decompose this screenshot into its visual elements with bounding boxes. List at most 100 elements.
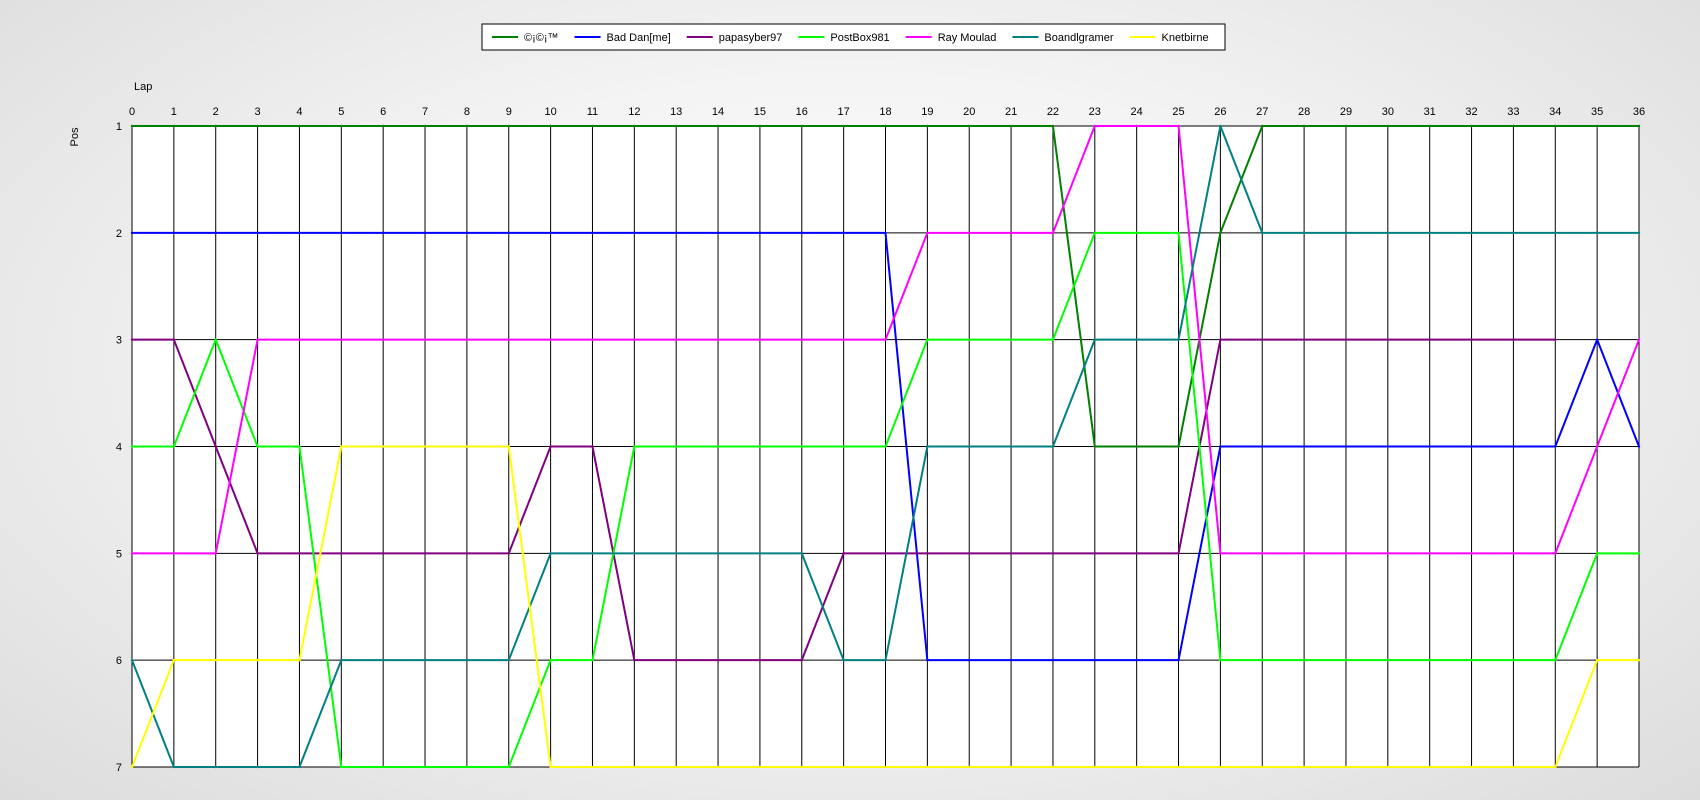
data-point (1344, 765, 1348, 769)
data-point (507, 338, 510, 341)
data-point (423, 338, 427, 341)
data-point (1637, 338, 1641, 341)
x-tick-label: 14 (712, 106, 724, 118)
data-point (1009, 338, 1013, 341)
data-point (1302, 552, 1306, 555)
data-point (1261, 338, 1264, 341)
data-point (465, 658, 469, 662)
data-point (465, 765, 469, 769)
x-tick-label: 15 (754, 106, 766, 118)
data-point (1470, 231, 1473, 235)
x-tick-label: 10 (544, 106, 556, 118)
data-point (633, 124, 636, 128)
data-point (130, 765, 134, 769)
legend-label: Boandlgramer (1044, 32, 1113, 44)
data-point (1051, 552, 1055, 555)
x-tick-label: 35 (1591, 106, 1603, 118)
data-point (591, 445, 594, 448)
data-point (1261, 124, 1264, 128)
data-point (1051, 445, 1055, 448)
x-tick-label: 17 (838, 106, 850, 118)
legend-label: Bad Dan[me] (607, 32, 671, 44)
data-point (1219, 231, 1222, 235)
data-point (340, 765, 343, 769)
data-point (1009, 552, 1013, 555)
data-point (800, 765, 803, 769)
legend-label: PostBox981 (830, 32, 889, 44)
x-axis-title: Lap (134, 81, 152, 93)
data-point (1219, 338, 1222, 341)
data-point (926, 765, 929, 769)
data-point (800, 658, 803, 662)
data-point (507, 445, 510, 448)
data-point (884, 231, 887, 235)
x-tick-label: 26 (1214, 106, 1226, 118)
data-point (214, 658, 217, 662)
data-point (172, 124, 176, 128)
data-point (1595, 124, 1599, 128)
data-point (1554, 231, 1557, 235)
data-point (1302, 445, 1306, 448)
data-point (298, 445, 301, 448)
data-point (1637, 552, 1641, 555)
y-tick-label: 4 (116, 442, 122, 454)
data-point (758, 445, 762, 448)
x-tick-label: 12 (628, 106, 640, 118)
data-point (1177, 658, 1180, 662)
position-chart: ©¡©¡™ Bad Dan[me] papasyber97 PostBox981 Ray… (69, 23, 1645, 774)
data-point (1261, 231, 1264, 235)
data-point (591, 124, 594, 128)
data-point (549, 338, 552, 341)
data-point (130, 231, 134, 235)
data-point (381, 552, 385, 555)
data-point (716, 552, 720, 555)
data-point (256, 124, 259, 128)
data-point (842, 552, 845, 555)
data-point (1177, 445, 1180, 448)
data-point (842, 445, 845, 448)
data-point (968, 552, 971, 555)
data-point (465, 445, 469, 448)
data-point (1428, 338, 1431, 341)
data-point (1261, 658, 1264, 662)
data-point (1595, 231, 1599, 235)
data-point (507, 231, 510, 235)
data-point (1302, 231, 1306, 235)
data-point (1051, 124, 1055, 128)
data-point (884, 552, 887, 555)
x-tick-label: 32 (1465, 106, 1477, 118)
data-point (1512, 231, 1515, 235)
x-tick-label: 28 (1298, 106, 1310, 118)
data-point (800, 552, 803, 555)
data-point (549, 231, 552, 235)
data-point (1554, 658, 1557, 662)
data-point (1261, 552, 1264, 555)
data-point (1386, 124, 1390, 128)
data-point (926, 338, 929, 341)
data-point (214, 124, 217, 128)
data-point (130, 552, 134, 555)
x-tick-label: 36 (1633, 106, 1645, 118)
x-tick-label: 19 (921, 106, 933, 118)
data-point (340, 124, 343, 128)
x-tick-label: 30 (1382, 106, 1394, 118)
data-point (549, 765, 552, 769)
x-tick-label: 27 (1256, 106, 1268, 118)
data-point (884, 338, 887, 341)
data-point (884, 445, 887, 448)
data-point (423, 658, 427, 662)
data-point (465, 231, 469, 235)
x-tick-label: 1 (171, 106, 177, 118)
data-point (549, 658, 552, 662)
data-point (1637, 231, 1641, 235)
data-point (1093, 445, 1097, 448)
data-point (1512, 765, 1515, 769)
data-point (130, 124, 134, 128)
data-point (591, 552, 594, 555)
data-point (1512, 552, 1515, 555)
x-tick-label: 2 (213, 106, 219, 118)
data-point (633, 765, 636, 769)
data-point (214, 231, 217, 235)
data-point (968, 765, 971, 769)
data-point (1261, 765, 1264, 769)
